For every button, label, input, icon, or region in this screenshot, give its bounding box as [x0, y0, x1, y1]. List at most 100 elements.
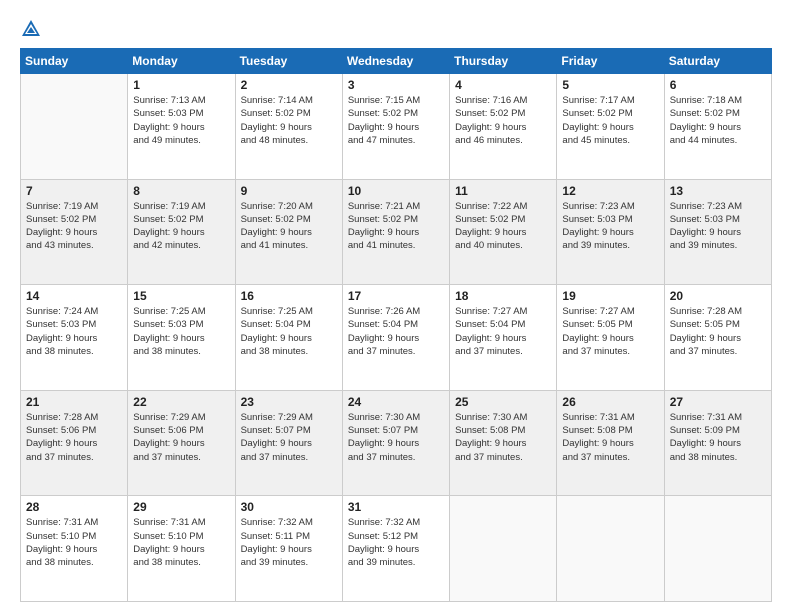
calendar-day-cell: 19Sunrise: 7:27 AMSunset: 5:05 PMDayligh…: [557, 285, 664, 391]
day-number: 2: [241, 78, 337, 92]
day-number: 8: [133, 184, 229, 198]
day-info: Sunrise: 7:32 AMSunset: 5:11 PMDaylight:…: [241, 516, 337, 569]
day-info: Sunrise: 7:29 AMSunset: 5:07 PMDaylight:…: [241, 411, 337, 464]
calendar-day-cell: [450, 496, 557, 602]
calendar-day-cell: [664, 496, 771, 602]
calendar-day-cell: 21 Sunrise: 7:28 AMSunset: 5:06 PMDayligh…: [21, 390, 128, 496]
day-info: Sunrise: 7:22 AMSunset: 5:02 PMDaylight:…: [455, 200, 551, 253]
day-number: 30: [241, 500, 337, 514]
weekday-header-monday: Monday: [128, 49, 235, 74]
weekday-header-wednesday: Wednesday: [342, 49, 449, 74]
calendar-day-cell: 20 Sunrise: 7:28 AMSunset: 5:05 PMDayligh…: [664, 285, 771, 391]
calendar-day-cell: 25 Sunrise: 7:30 AMSunset: 5:08 PMDayligh…: [450, 390, 557, 496]
weekday-header-thursday: Thursday: [450, 49, 557, 74]
calendar-day-cell: 16 Sunrise: 7:25 AMSunset: 5:04 PMDayligh…: [235, 285, 342, 391]
calendar-table: SundayMondayTuesdayWednesdayThursdayFrid…: [20, 48, 772, 602]
calendar-day-cell: 29 Sunrise: 7:31 AMSunset: 5:10 PMDayligh…: [128, 496, 235, 602]
day-info: Sunrise: 7:26 AMSunset: 5:04 PMDaylight:…: [348, 305, 444, 358]
calendar-day-cell: 27Sunrise: 7:31 AMSunset: 5:09 PMDayligh…: [664, 390, 771, 496]
day-number: 26: [562, 395, 658, 409]
calendar-day-cell: 6 Sunrise: 7:18 AMSunset: 5:02 PMDaylight…: [664, 74, 771, 180]
calendar-week-row: 28 Sunrise: 7:31 AMSunset: 5:10 PMDayligh…: [21, 496, 772, 602]
day-info: Sunrise: 7:15 AMSunset: 5:02 PMDaylight:…: [348, 94, 444, 147]
day-info: Sunrise: 7:16 AMSunset: 5:02 PMDaylight:…: [455, 94, 551, 147]
calendar-page: SundayMondayTuesdayWednesdayThursdayFrid…: [0, 0, 792, 612]
day-info: Sunrise: 7:18 AMSunset: 5:02 PMDaylight:…: [670, 94, 766, 147]
day-number: 9: [241, 184, 337, 198]
day-info: Sunrise: 7:19 AMSunset: 5:02 PMDaylight:…: [133, 200, 229, 253]
calendar-week-row: 14 Sunrise: 7:24 AMSunset: 5:03 PMDayligh…: [21, 285, 772, 391]
day-number: 22: [133, 395, 229, 409]
day-info: Sunrise: 7:32 AMSunset: 5:12 PMDaylight:…: [348, 516, 444, 569]
calendar-day-cell: 30 Sunrise: 7:32 AMSunset: 5:11 PMDayligh…: [235, 496, 342, 602]
calendar-day-cell: 24Sunrise: 7:30 AMSunset: 5:07 PMDayligh…: [342, 390, 449, 496]
calendar-day-cell: 12 Sunrise: 7:23 AMSunset: 5:03 PMDayligh…: [557, 179, 664, 285]
day-info: Sunrise: 7:27 AMSunset: 5:04 PMDaylight:…: [455, 305, 551, 358]
calendar-day-cell: [21, 74, 128, 180]
day-info: Sunrise: 7:21 AMSunset: 5:02 PMDaylight:…: [348, 200, 444, 253]
day-number: 25: [455, 395, 551, 409]
weekday-header-sunday: Sunday: [21, 49, 128, 74]
calendar-day-cell: [557, 496, 664, 602]
day-number: 16: [241, 289, 337, 303]
weekday-header-saturday: Saturday: [664, 49, 771, 74]
calendar-day-cell: 10Sunrise: 7:21 AMSunset: 5:02 PMDayligh…: [342, 179, 449, 285]
day-number: 21: [26, 395, 122, 409]
day-info: Sunrise: 7:31 AMSunset: 5:09 PMDaylight:…: [670, 411, 766, 464]
header: [20, 18, 772, 40]
day-number: 28: [26, 500, 122, 514]
day-number: 6: [670, 78, 766, 92]
logo: [20, 18, 46, 40]
day-info: Sunrise: 7:14 AMSunset: 5:02 PMDaylight:…: [241, 94, 337, 147]
logo-icon: [20, 18, 42, 40]
day-info: Sunrise: 7:28 AMSunset: 5:06 PMDaylight:…: [26, 411, 122, 464]
day-info: Sunrise: 7:24 AMSunset: 5:03 PMDaylight:…: [26, 305, 122, 358]
calendar-day-cell: 9Sunrise: 7:20 AMSunset: 5:02 PMDaylight…: [235, 179, 342, 285]
calendar-week-row: 7 Sunrise: 7:19 AMSunset: 5:02 PMDaylight…: [21, 179, 772, 285]
day-number: 17: [348, 289, 444, 303]
day-number: 24: [348, 395, 444, 409]
day-info: Sunrise: 7:28 AMSunset: 5:05 PMDaylight:…: [670, 305, 766, 358]
weekday-header-tuesday: Tuesday: [235, 49, 342, 74]
calendar-day-cell: 5 Sunrise: 7:17 AMSunset: 5:02 PMDaylight…: [557, 74, 664, 180]
day-number: 23: [241, 395, 337, 409]
day-number: 3: [348, 78, 444, 92]
day-info: Sunrise: 7:30 AMSunset: 5:08 PMDaylight:…: [455, 411, 551, 464]
calendar-day-cell: 4 Sunrise: 7:16 AMSunset: 5:02 PMDaylight…: [450, 74, 557, 180]
calendar-day-cell: 18Sunrise: 7:27 AMSunset: 5:04 PMDayligh…: [450, 285, 557, 391]
day-info: Sunrise: 7:31 AMSunset: 5:10 PMDaylight:…: [26, 516, 122, 569]
day-info: Sunrise: 7:31 AMSunset: 5:08 PMDaylight:…: [562, 411, 658, 464]
day-info: Sunrise: 7:23 AMSunset: 5:03 PMDaylight:…: [562, 200, 658, 253]
day-info: Sunrise: 7:31 AMSunset: 5:10 PMDaylight:…: [133, 516, 229, 569]
calendar-day-cell: 28 Sunrise: 7:31 AMSunset: 5:10 PMDayligh…: [21, 496, 128, 602]
calendar-week-row: 21 Sunrise: 7:28 AMSunset: 5:06 PMDayligh…: [21, 390, 772, 496]
day-info: Sunrise: 7:25 AMSunset: 5:04 PMDaylight:…: [241, 305, 337, 358]
day-info: Sunrise: 7:13 AMSunset: 5:03 PMDaylight:…: [133, 94, 229, 147]
day-number: 12: [562, 184, 658, 198]
day-number: 4: [455, 78, 551, 92]
day-number: 11: [455, 184, 551, 198]
day-info: Sunrise: 7:17 AMSunset: 5:02 PMDaylight:…: [562, 94, 658, 147]
day-info: Sunrise: 7:25 AMSunset: 5:03 PMDaylight:…: [133, 305, 229, 358]
day-number: 7: [26, 184, 122, 198]
day-info: Sunrise: 7:29 AMSunset: 5:06 PMDaylight:…: [133, 411, 229, 464]
day-number: 1: [133, 78, 229, 92]
day-info: Sunrise: 7:27 AMSunset: 5:05 PMDaylight:…: [562, 305, 658, 358]
weekday-header-row: SundayMondayTuesdayWednesdayThursdayFrid…: [21, 49, 772, 74]
day-number: 14: [26, 289, 122, 303]
calendar-day-cell: 3 Sunrise: 7:15 AMSunset: 5:02 PMDaylight…: [342, 74, 449, 180]
calendar-day-cell: 8 Sunrise: 7:19 AMSunset: 5:02 PMDaylight…: [128, 179, 235, 285]
day-number: 5: [562, 78, 658, 92]
calendar-day-cell: 13 Sunrise: 7:23 AMSunset: 5:03 PMDayligh…: [664, 179, 771, 285]
calendar-day-cell: 26 Sunrise: 7:31 AMSunset: 5:08 PMDayligh…: [557, 390, 664, 496]
calendar-day-cell: 15Sunrise: 7:25 AMSunset: 5:03 PMDayligh…: [128, 285, 235, 391]
calendar-week-row: 1 Sunrise: 7:13 AMSunset: 5:03 PMDaylight…: [21, 74, 772, 180]
day-number: 20: [670, 289, 766, 303]
calendar-day-cell: 17 Sunrise: 7:26 AMSunset: 5:04 PMDayligh…: [342, 285, 449, 391]
day-number: 31: [348, 500, 444, 514]
weekday-header-friday: Friday: [557, 49, 664, 74]
day-number: 29: [133, 500, 229, 514]
day-number: 13: [670, 184, 766, 198]
calendar-day-cell: 22 Sunrise: 7:29 AMSunset: 5:06 PMDayligh…: [128, 390, 235, 496]
day-info: Sunrise: 7:23 AMSunset: 5:03 PMDaylight:…: [670, 200, 766, 253]
